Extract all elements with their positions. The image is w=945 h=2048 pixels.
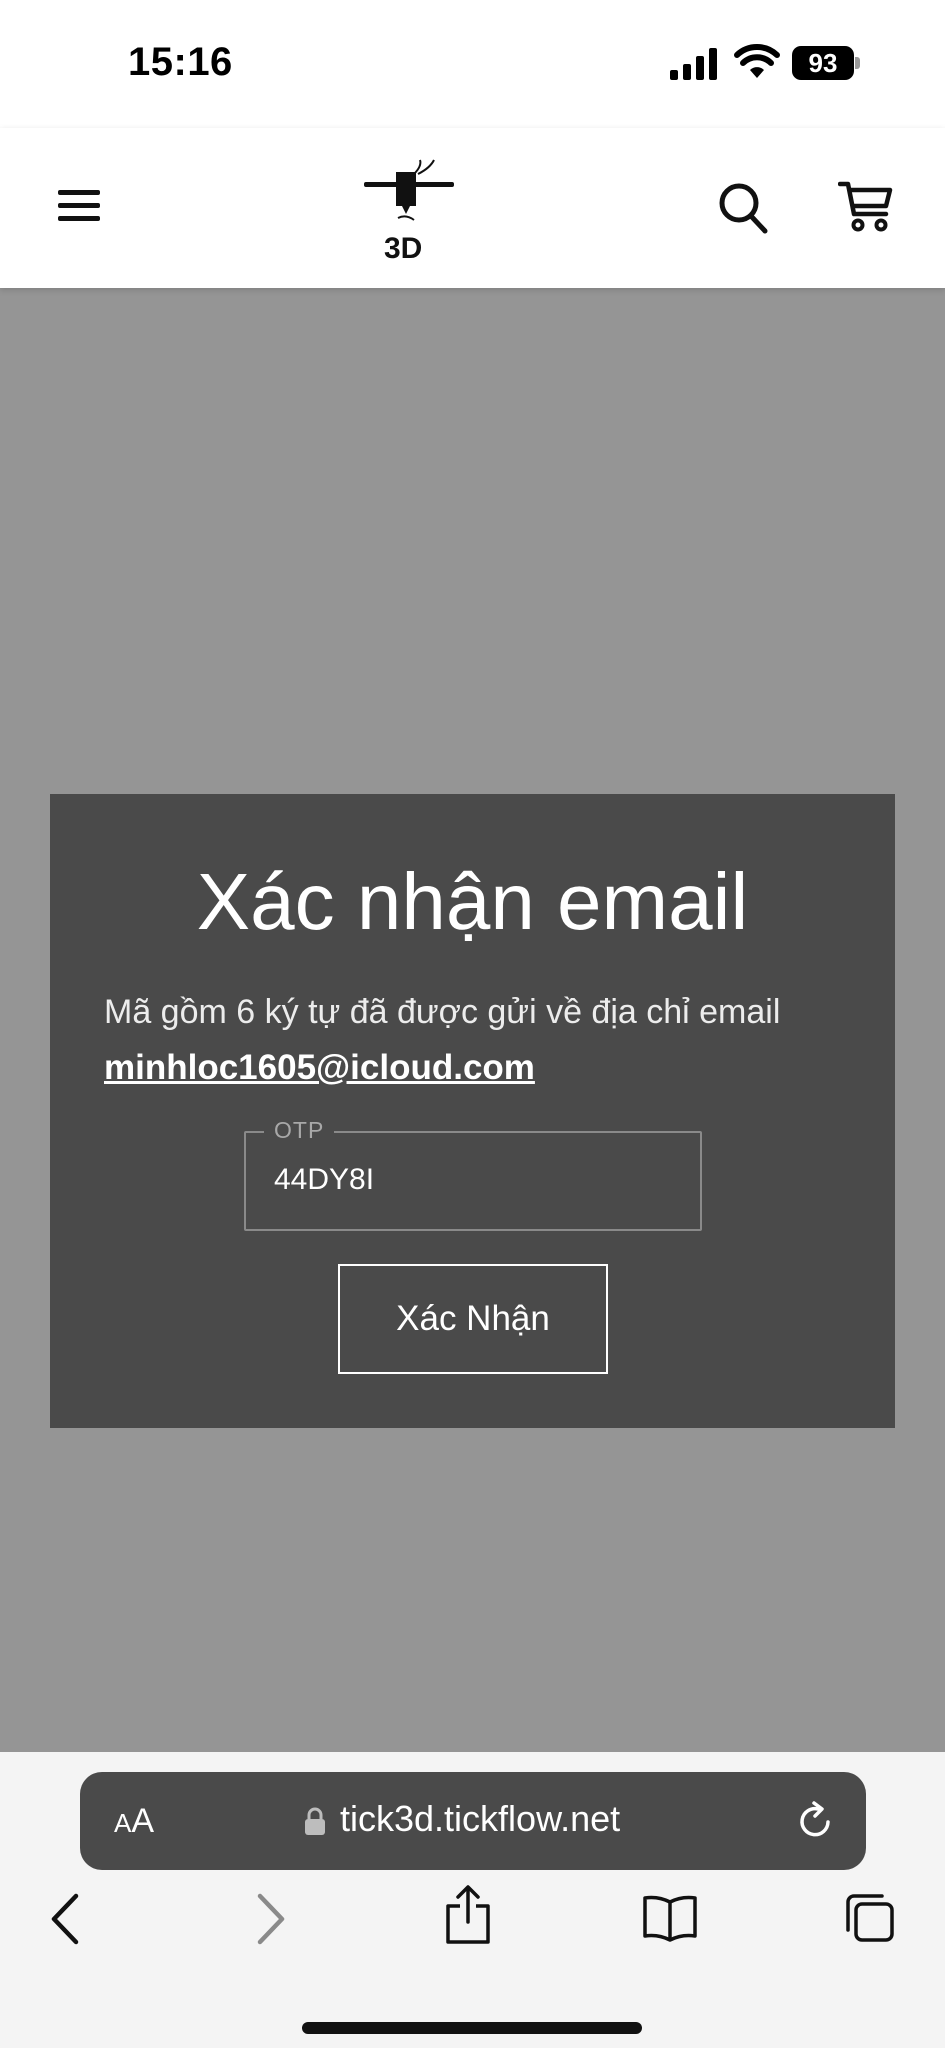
dialog-description: Mã gồm 6 ký tự đã được gửi về địa chỉ em… xyxy=(104,993,781,1031)
back-icon[interactable] xyxy=(48,1892,82,1946)
site-logo[interactable]: 3D xyxy=(362,158,462,265)
text-size-button[interactable]: AA xyxy=(114,1802,154,1841)
status-bar: 15:16 93 xyxy=(0,0,945,128)
search-icon[interactable] xyxy=(718,182,768,234)
confirm-button[interactable]: Xác Nhận xyxy=(338,1264,608,1374)
otp-field[interactable]: OTP 44DY8I xyxy=(244,1117,702,1231)
address-bar[interactable]: AA tick3d.tickflow.net xyxy=(80,1772,866,1870)
verify-email-dialog: Xác nhận email Mã gồm 6 ký tự đã được gử… xyxy=(50,794,895,1428)
tabs-icon[interactable] xyxy=(844,1892,896,1944)
menu-icon[interactable] xyxy=(56,186,102,226)
battery-icon: 93 xyxy=(792,46,860,80)
otp-input[interactable]: 44DY8I xyxy=(274,1163,374,1197)
site-header: 3D xyxy=(0,128,945,288)
url-text[interactable]: tick3d.tickflow.net xyxy=(340,1798,620,1840)
home-indicator xyxy=(302,2022,642,2034)
wifi-icon xyxy=(734,44,780,78)
reload-icon[interactable] xyxy=(796,1800,836,1842)
printer-head-logo-icon: 3D xyxy=(364,159,454,265)
bookmarks-icon[interactable] xyxy=(642,1894,698,1942)
share-icon[interactable] xyxy=(444,1884,492,1946)
dialog-title: Xác nhận email xyxy=(196,857,749,946)
battery-level: 93 xyxy=(792,46,854,80)
signal-icon xyxy=(670,48,717,80)
email-address-link[interactable]: minhloc1605@icloud.com xyxy=(104,1048,535,1088)
svg-text:3D: 3D xyxy=(384,232,422,262)
lock-icon xyxy=(305,1807,325,1835)
otp-label: OTP xyxy=(264,1117,335,1144)
forward-icon[interactable] xyxy=(254,1892,288,1946)
browser-toolbar: AA tick3d.tickflow.net xyxy=(0,1752,945,2048)
status-time: 15:16 xyxy=(128,40,233,84)
cart-icon[interactable] xyxy=(838,180,894,232)
